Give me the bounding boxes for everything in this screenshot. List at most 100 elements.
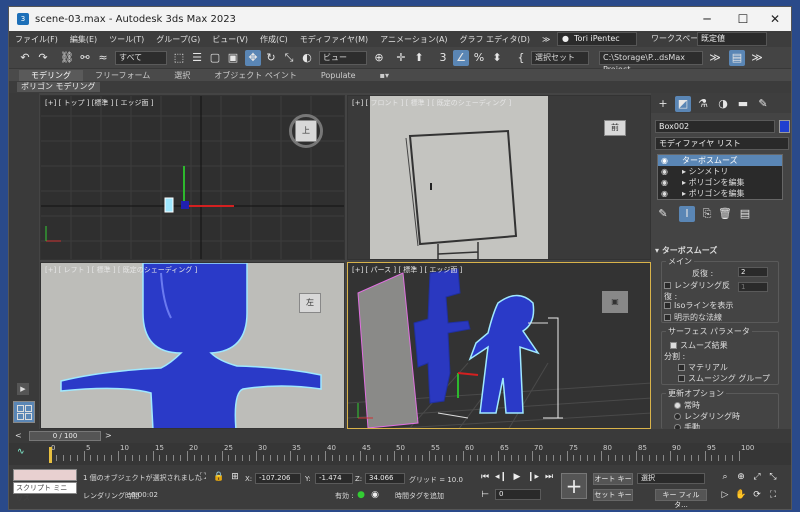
persp-navcube[interactable]: ▣ xyxy=(602,291,628,313)
utilities-tab-icon[interactable]: ✎ xyxy=(755,96,771,112)
viewport-top-label[interactable]: [+] [ トップ ] [標準 ] [ エッジ面 ] xyxy=(45,98,154,108)
workspace-dropdown[interactable]: 既定値 xyxy=(697,32,767,46)
tab-populate[interactable]: Populate xyxy=(309,71,368,80)
stack-item-turbosmooth[interactable]: ◉ ターボスムーズ xyxy=(658,155,782,166)
time-slider[interactable]: 0 / 100 xyxy=(29,431,101,441)
tab-object-paint[interactable]: オブジェクト ペイント xyxy=(202,70,309,81)
prev-frame-icon[interactable]: ◂❙ xyxy=(495,471,507,483)
stack-item-editpoly-1[interactable]: ◉ ▸ ポリゴンを編集 xyxy=(658,177,782,188)
make-unique-icon[interactable]: ⎘ xyxy=(699,206,715,222)
z-coord-field[interactable]: 34.066 xyxy=(365,473,405,484)
absolute-mode-icon[interactable]: ⊞ xyxy=(229,471,241,483)
link-icon[interactable]: ⛓ xyxy=(59,50,75,66)
object-color-swatch[interactable] xyxy=(779,120,790,133)
current-frame-marker[interactable] xyxy=(49,447,52,463)
keyboard-shortcut-icon[interactable]: ⬆ xyxy=(411,50,427,66)
top-navcube[interactable]: 上 xyxy=(295,120,317,142)
menu-view[interactable]: ビュー(V) xyxy=(206,34,254,45)
play-sidebar-icon[interactable]: ▶ xyxy=(17,383,29,395)
maximize-viewport-icon[interactable]: ⛶ xyxy=(767,489,779,501)
set-key-big-icon[interactable]: + xyxy=(561,473,587,499)
key-selection-dropdown[interactable]: 選択 xyxy=(637,473,705,484)
key-mode-icon[interactable]: ⊢ xyxy=(479,489,491,501)
move-icon[interactable]: ✥ xyxy=(245,50,261,66)
zoom-extents-icon[interactable]: ⤢ xyxy=(751,471,763,483)
menu-file[interactable]: ファイル(F) xyxy=(9,34,64,45)
zoom-extents-all-icon[interactable]: ⤡ xyxy=(767,471,779,483)
explicit-normals-checkbox[interactable] xyxy=(664,314,671,321)
viewport-left[interactable]: [+] [ レフト ] [ 標準 ] [ 既定のシェーディング ] 左 xyxy=(40,262,345,429)
add-time-tag[interactable]: 時間タグを追加 xyxy=(395,491,444,501)
placement-icon[interactable]: ◐ xyxy=(299,50,315,66)
rotate-icon[interactable]: ↻ xyxy=(263,50,279,66)
next-frame-icon[interactable]: ❙▸ xyxy=(527,471,539,483)
render-iters-spinner[interactable]: 1 xyxy=(738,282,768,292)
left-navcube[interactable]: 左 xyxy=(299,293,321,313)
percent-snap-icon[interactable]: % xyxy=(471,50,487,66)
maxscript-listener[interactable]: スクリプト ミニ リス xyxy=(13,482,77,502)
polygon-modeling-label[interactable]: ポリゴン モデリング xyxy=(17,82,100,92)
track-bar[interactable]: ∿ 0 5 10 15 20 25 30 35 40 45 50 55 60 65 70 75 80 85 90 95… xyxy=(9,443,791,465)
current-frame-field[interactable]: 0 xyxy=(495,489,541,500)
menu-tools[interactable]: ツール(T) xyxy=(103,34,150,45)
goto-start-icon[interactable]: ⏮ xyxy=(479,471,491,483)
lock-selection-icon[interactable]: 🔒 xyxy=(213,471,225,483)
enabled-dot-icon[interactable]: ● xyxy=(355,489,367,501)
tab-modeling[interactable]: モデリング xyxy=(19,69,83,81)
render-setup-icon[interactable]: ≫ xyxy=(749,50,765,66)
undo-icon[interactable]: ↶ xyxy=(17,50,33,66)
viewport-front[interactable]: [+] [ フロント ] [ 標準 ] [ 既定のシェーディング ] 前 xyxy=(347,95,651,260)
materials-checkbox[interactable] xyxy=(678,364,685,371)
zoom-all-icon[interactable]: ⊕ xyxy=(735,471,747,483)
user-account-dropdown[interactable]: ● Tori iPentec xyxy=(557,32,637,46)
selection-filter-dropdown[interactable]: すべて xyxy=(115,51,167,65)
viewport-left-label[interactable]: [+] [ レフト ] [ 標準 ] [ 既定のシェーディング ] xyxy=(45,265,197,275)
display-tab-icon[interactable]: ▬ xyxy=(735,96,751,112)
rect-selection-icon[interactable]: ▢ xyxy=(207,50,223,66)
x-coord-field[interactable]: -107.206 xyxy=(255,473,301,484)
curve-editor-icon[interactable]: ∿ xyxy=(17,447,25,457)
viewport-perspective[interactable]: [+] [ パース ] [ 標準 ] [ エッジ面 ] ▣ xyxy=(347,262,651,429)
redo-icon[interactable]: ↷ xyxy=(35,50,51,66)
spinner-snap-icon[interactable]: ⬍ xyxy=(489,50,505,66)
menu-overflow[interactable]: ≫ xyxy=(536,35,556,44)
select-by-name-icon[interactable]: ☰ xyxy=(189,50,205,66)
adaptive-degradation-icon[interactable]: ◉ xyxy=(369,489,381,501)
named-selection-dropdown[interactable]: 選択セット xyxy=(531,51,589,65)
close-button[interactable]: ✕ xyxy=(753,7,791,31)
goto-end-icon[interactable]: ⏭ xyxy=(543,471,555,483)
ref-coord-dropdown[interactable]: ビュー xyxy=(319,51,367,65)
snaps-toggle-icon[interactable]: 3 xyxy=(435,50,451,66)
menu-edit[interactable]: 編集(E) xyxy=(64,34,103,45)
eye-icon[interactable]: ◉ xyxy=(661,155,668,166)
turbosmooth-rollout-header[interactable]: ▾ ターボスムーズ xyxy=(655,245,789,256)
auto-key-button[interactable]: オート キー xyxy=(593,473,633,485)
eye-icon[interactable]: ◉ xyxy=(661,188,668,199)
hierarchy-tab-icon[interactable]: ⚗ xyxy=(695,96,711,112)
viewport-layout-icon[interactable] xyxy=(13,401,35,423)
tab-freeform[interactable]: フリーフォーム xyxy=(83,70,162,81)
tab-selection[interactable]: 選択 xyxy=(162,70,202,81)
zoom-icon[interactable]: ⌕ xyxy=(719,471,731,483)
eye-icon[interactable]: ◉ xyxy=(661,166,668,177)
fov-icon[interactable]: ▷ xyxy=(719,489,731,501)
isolate-icon[interactable]: ⛶ xyxy=(197,471,209,483)
smoothing-groups-checkbox[interactable] xyxy=(678,375,685,382)
iterations-spinner[interactable]: 2 xyxy=(738,267,768,277)
slider-left-arrow[interactable]: < xyxy=(15,431,22,440)
menu-group[interactable]: グループ(G) xyxy=(150,34,206,45)
viewport-top[interactable]: [+] [ トップ ] [標準 ] [ エッジ面 ] 上 xyxy=(40,95,345,260)
window-crossing-icon[interactable]: ▣ xyxy=(225,50,241,66)
create-tab-icon[interactable]: + xyxy=(655,96,671,112)
key-filters-button[interactable]: キー フィルタ... xyxy=(655,489,707,509)
object-name-field[interactable]: Box002 xyxy=(655,120,775,133)
unlink-icon[interactable]: ⚯ xyxy=(77,50,93,66)
modifier-list-dropdown[interactable]: モディファイヤ リスト xyxy=(655,137,789,150)
orbit-icon[interactable]: ⟳ xyxy=(751,489,763,501)
toolbar-overflow-icon[interactable]: ≫ xyxy=(707,50,723,66)
y-coord-field[interactable]: -1.474 xyxy=(315,473,353,484)
smooth-result-checkbox[interactable] xyxy=(670,342,677,349)
play-icon[interactable]: ▶ xyxy=(511,471,523,483)
viewport-persp-label[interactable]: [+] [ パース ] [ 標準 ] [ エッジ面 ] xyxy=(352,265,462,275)
motion-tab-icon[interactable]: ◑ xyxy=(715,96,731,112)
